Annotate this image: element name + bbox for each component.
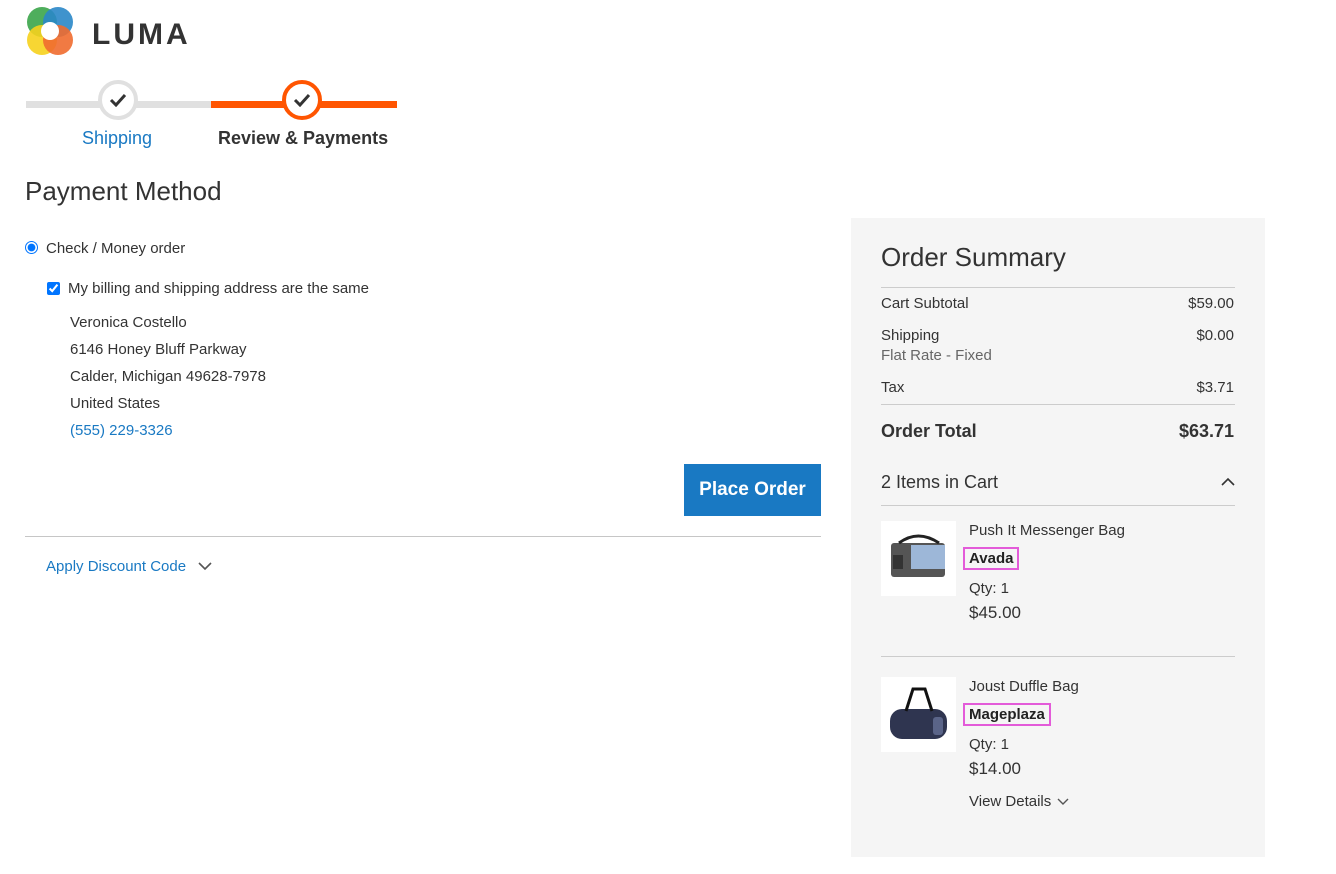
subtotal-label: Cart Subtotal: [881, 295, 969, 312]
divider: [881, 656, 1235, 657]
order-summary-title: Order Summary: [881, 242, 1066, 272]
view-details-toggle[interactable]: View Details: [969, 793, 1069, 810]
billing-same-as-shipping-label[interactable]: My billing and shipping address are the …: [68, 280, 369, 297]
place-order-button[interactable]: Place Order: [684, 464, 821, 516]
items-in-cart-heading[interactable]: 2 Items in Cart: [881, 472, 998, 493]
divider: [881, 404, 1235, 405]
subtotal-value: $59.00: [1188, 295, 1234, 312]
order-total-value: $63.71: [1178, 421, 1234, 441]
item-price: $45.00: [969, 603, 1021, 622]
shipping-label: Shipping: [881, 327, 940, 344]
item-qty: Qty: 1: [969, 580, 1010, 597]
tax-value: $3.71: [1196, 379, 1234, 396]
divider: [25, 536, 821, 537]
billing-same-as-shipping-checkbox[interactable]: [47, 282, 60, 295]
view-details-label: View Details: [969, 793, 1052, 810]
divider: [881, 505, 1235, 506]
luma-logo-icon: [27, 7, 73, 55]
luma-logo[interactable]: LUMA: [25, 6, 195, 58]
step-shipping-marker: [98, 80, 138, 120]
check-money-order-radio[interactable]: [25, 241, 38, 254]
address-name: Veronica Costello: [70, 314, 187, 331]
checkmark-icon: [293, 93, 311, 107]
address-city: Calder, Michigan 49628-7978: [70, 368, 266, 385]
step-review-label: Review & Payments: [218, 128, 389, 148]
order-total-label: Order Total: [881, 421, 977, 441]
item-name: Joust Duffle Bag: [969, 678, 1079, 695]
step-review-marker: [282, 80, 322, 120]
divider: [881, 287, 1235, 288]
messenger-bag-image: [891, 534, 945, 577]
chevron-down-icon: [1057, 798, 1069, 805]
apply-discount-label: Apply Discount Code: [46, 558, 187, 575]
address-street: 6146 Honey Bluff Parkway: [70, 341, 247, 358]
chevron-up-icon[interactable]: [1221, 475, 1235, 489]
item-name: Push It Messenger Bag: [969, 522, 1125, 539]
item-brand-badge: Avada: [963, 547, 1020, 570]
product-thumbnail-messenger-bag: [881, 521, 956, 596]
item-price: $14.00: [969, 759, 1021, 778]
address-country: United States: [70, 395, 161, 412]
shipping-method: Flat Rate - Fixed: [881, 347, 992, 364]
brand-wordmark: LUMA: [92, 18, 191, 51]
payment-method-title: Payment Method: [25, 176, 222, 206]
checkmark-icon: [109, 93, 127, 107]
step-shipping-link[interactable]: Shipping: [82, 128, 152, 149]
product-thumbnail-duffle-bag: [881, 677, 956, 752]
item-qty: Qty: 1: [969, 736, 1010, 753]
chevron-down-icon: [198, 562, 212, 571]
item-brand-badge: Mageplaza: [963, 703, 1051, 726]
check-money-order-label[interactable]: Check / Money order: [46, 240, 185, 257]
apply-discount-toggle[interactable]: Apply Discount Code: [46, 558, 212, 575]
shipping-value: $0.00: [1196, 327, 1234, 344]
tax-label: Tax: [881, 379, 905, 396]
duffle-bag-image: [890, 687, 947, 739]
address-phone-link[interactable]: (555) 229-3326: [70, 422, 173, 439]
